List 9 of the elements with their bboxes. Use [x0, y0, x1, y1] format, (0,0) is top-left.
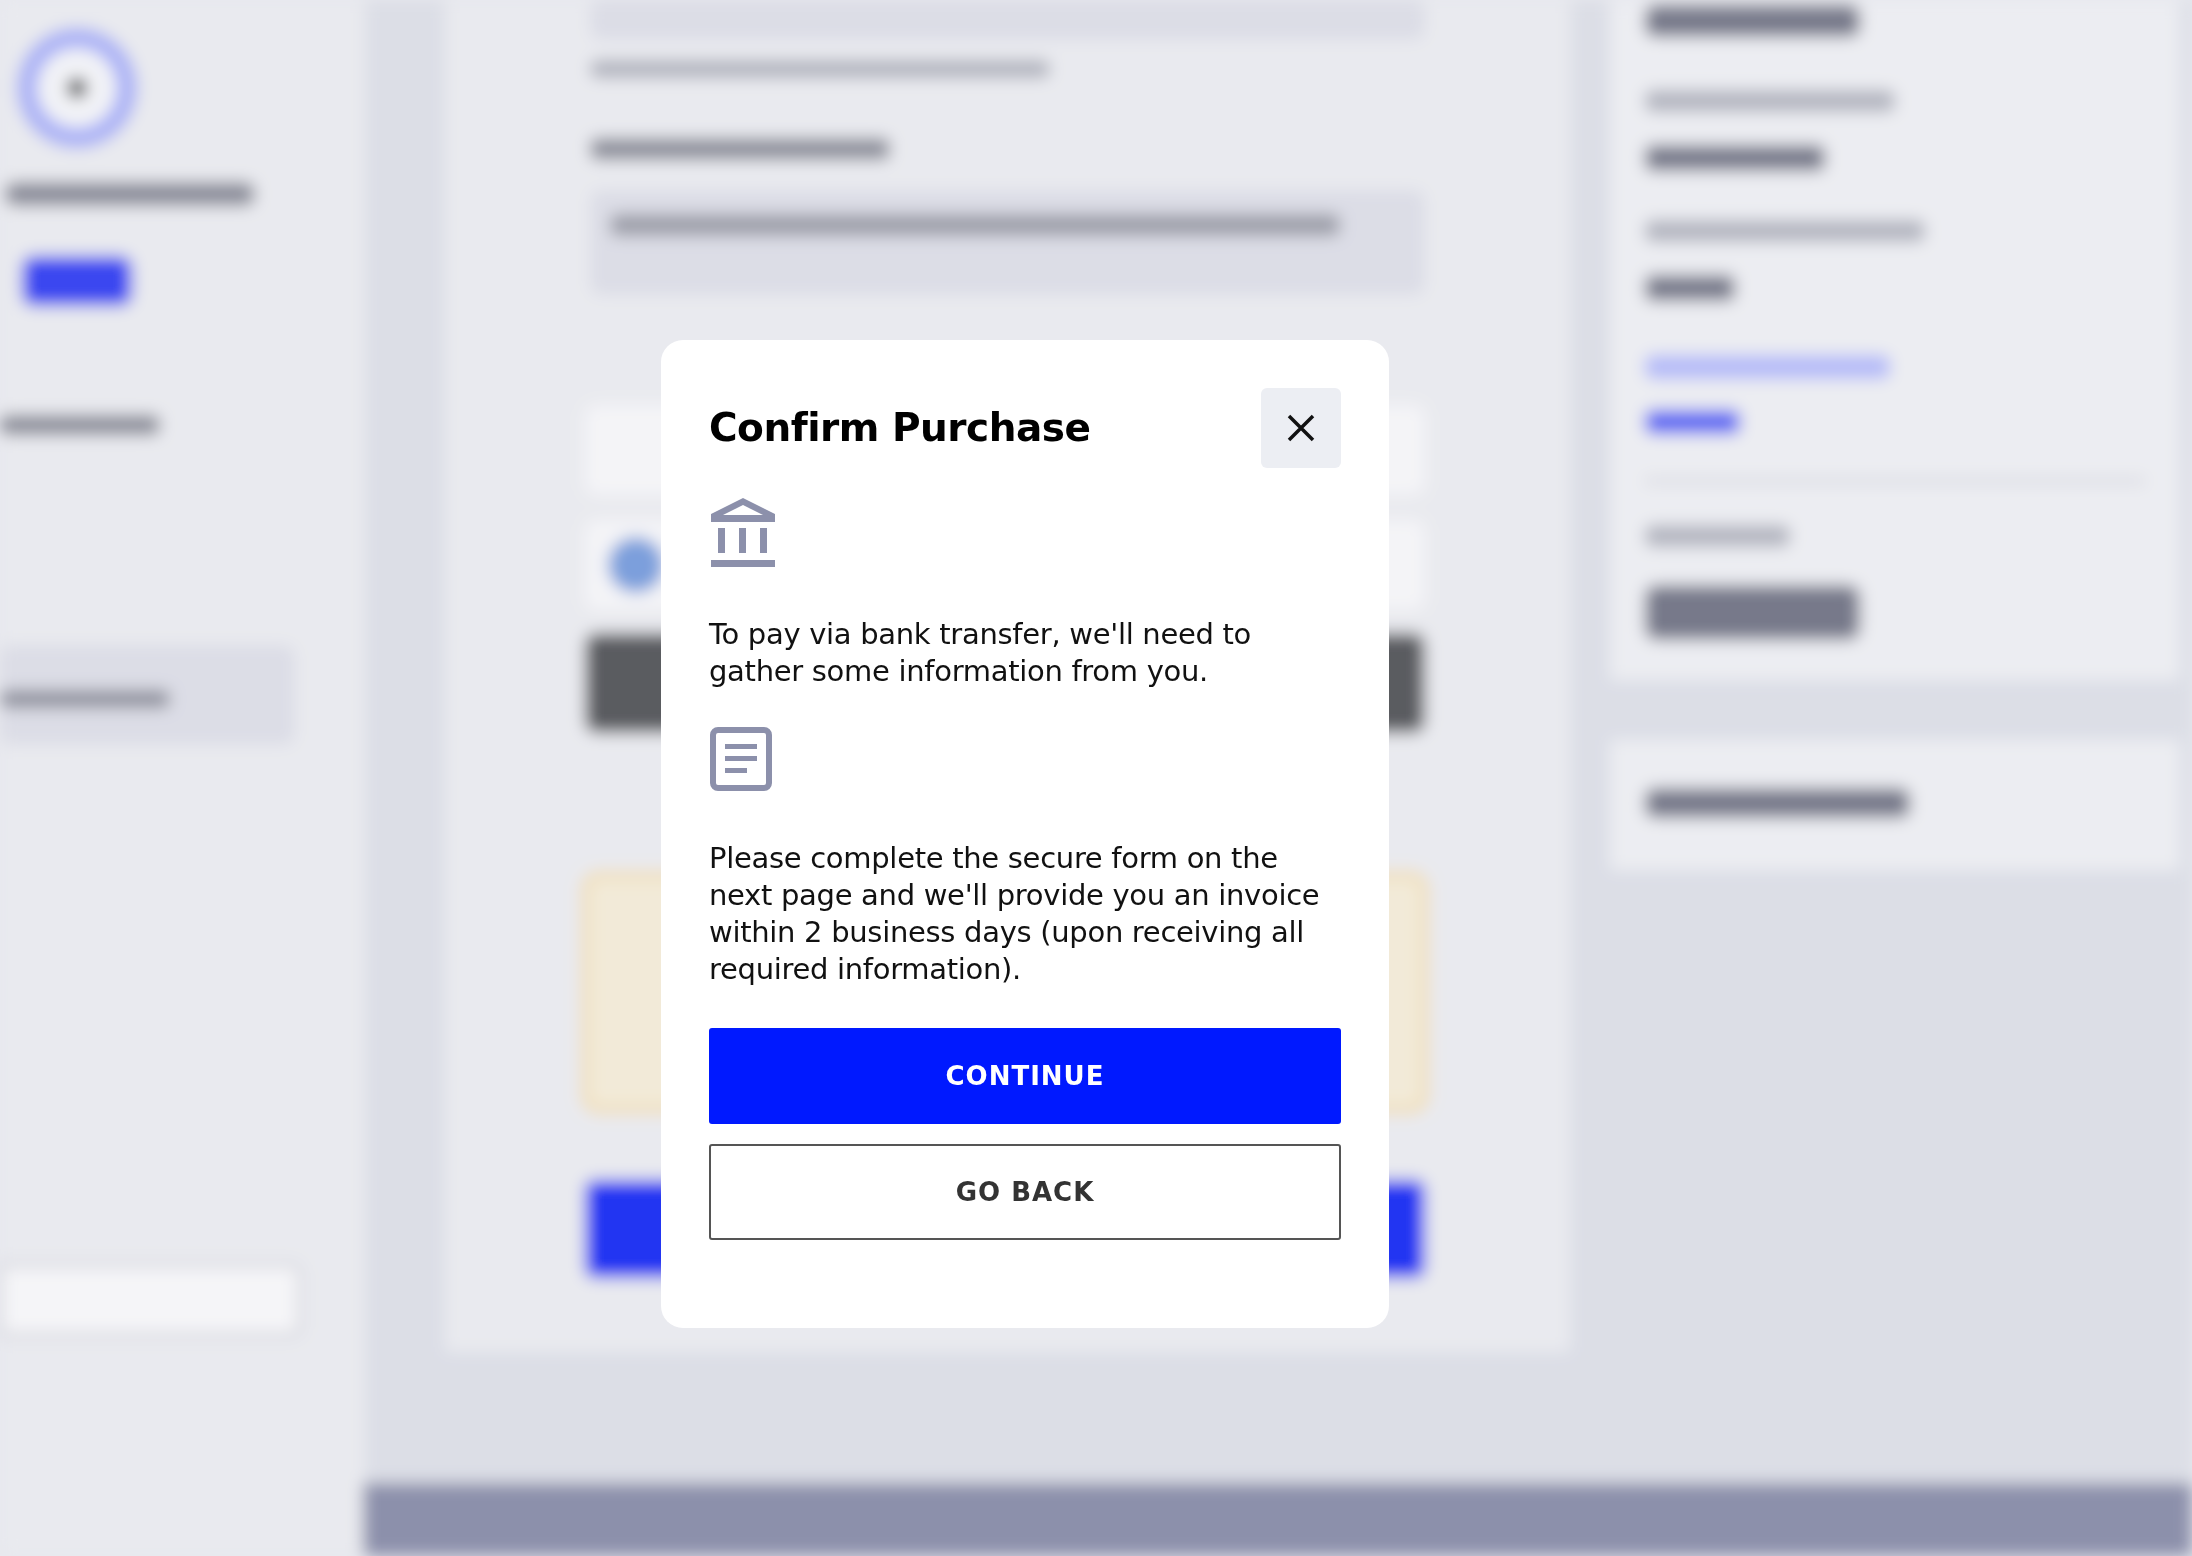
close-button[interactable]: [1261, 388, 1341, 468]
continue-button[interactable]: CONTINUE: [709, 1028, 1341, 1124]
bank-icon: [709, 498, 777, 568]
info-text: To pay via bank transfer, we'll need to gather some information from you.: [709, 616, 1253, 690]
document-icon: [709, 726, 773, 792]
close-icon: [1286, 413, 1316, 443]
dialog-title: Confirm Purchase: [709, 404, 1091, 452]
back-button[interactable]: GO BACK: [709, 1144, 1341, 1240]
info-text: Please complete the secure form on the next page and we'll provide you an invoice within 2 business days (upon receiving all required information).: [709, 840, 1321, 988]
